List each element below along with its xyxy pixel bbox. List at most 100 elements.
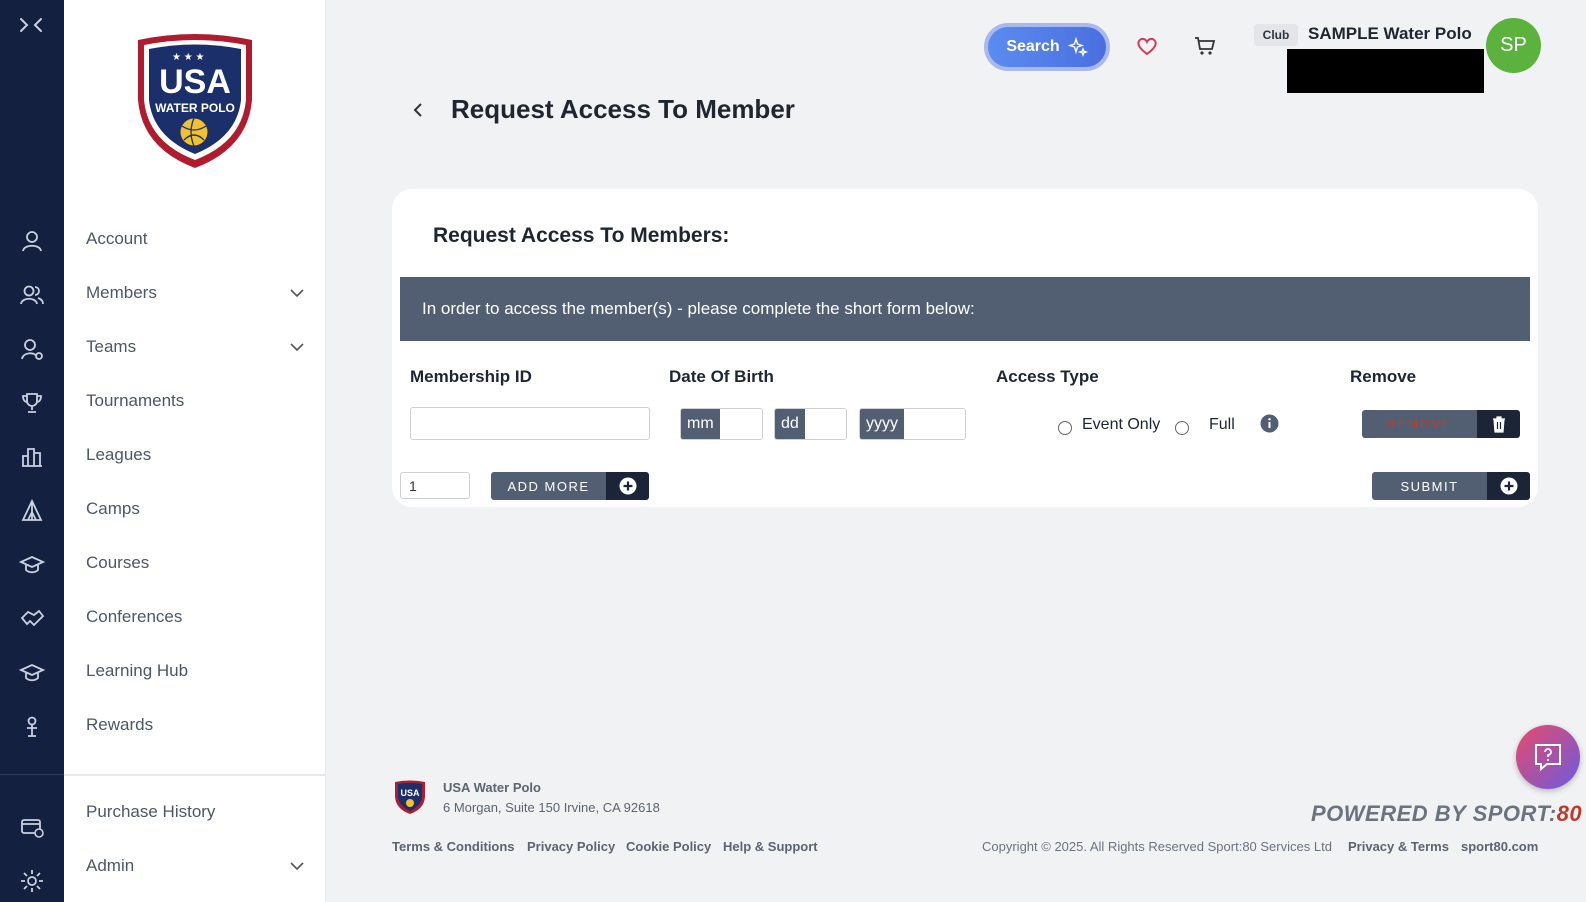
info-icon[interactable] xyxy=(1260,414,1279,433)
tent-icon[interactable] xyxy=(19,498,45,524)
info-banner: In order to access the member(s) - pleas… xyxy=(400,277,1530,341)
powered-by-sport80: POWERED BY SPORT:80 xyxy=(1311,801,1586,827)
add-more-button[interactable]: ADD MORE xyxy=(491,472,649,500)
add-count-input[interactable]: 1 xyxy=(400,472,470,499)
dob-year-field[interactable]: yyyy xyxy=(859,408,966,440)
footer-link-privacy[interactable]: Privacy Policy xyxy=(527,839,615,854)
sidebar-item-admin[interactable]: Admin xyxy=(86,851,306,881)
learning-hub-icon[interactable] xyxy=(18,660,46,686)
footer-link-terms[interactable]: Terms & Conditions xyxy=(392,839,515,854)
footer-link-cookie[interactable]: Cookie Policy xyxy=(626,839,711,854)
sidebar-item-label: Leagues xyxy=(86,445,152,464)
sidebar-item-members[interactable]: Members xyxy=(86,278,306,308)
search-button-label: Search xyxy=(1006,38,1060,55)
cart-icon[interactable] xyxy=(1193,34,1217,58)
sidebar-item-label: Tournaments xyxy=(86,391,185,410)
footer-logo-text: USA xyxy=(400,788,420,798)
rail-divider xyxy=(0,774,64,775)
graduation-cap-icon[interactable] xyxy=(18,552,46,578)
dob-day-field[interactable]: dd xyxy=(774,408,847,440)
sidebar-item-purchase-history[interactable]: Purchase History xyxy=(86,797,306,827)
chevron-down-icon xyxy=(290,289,304,298)
club-name[interactable]: SAMPLE Water Polo xyxy=(1308,24,1472,44)
team-icon[interactable] xyxy=(19,336,45,362)
dob-day-input[interactable] xyxy=(804,409,846,439)
request-access-card: Request Access To Members: In order to a… xyxy=(392,189,1538,507)
event-only-radio[interactable] xyxy=(1058,421,1072,435)
sparkle-icon xyxy=(1067,37,1088,57)
sidebar-item-label: Admin xyxy=(86,856,135,875)
dob-year-input[interactable] xyxy=(904,409,965,439)
chevron-down-icon xyxy=(290,862,304,871)
users-icon[interactable] xyxy=(19,282,45,308)
reward-icon[interactable] xyxy=(19,714,45,740)
dob-day-prefix: dd xyxy=(775,409,805,439)
avatar[interactable]: SP xyxy=(1486,18,1541,73)
full-radio[interactable] xyxy=(1175,421,1189,435)
icon-rail xyxy=(0,0,64,902)
footer-logo: USA xyxy=(395,780,425,814)
sidebar: ★ ★ ★ USA WATER POLO Account Members Tea… xyxy=(64,0,326,902)
card-history-icon[interactable] xyxy=(19,814,45,840)
sidebar-item-account[interactable]: Account xyxy=(86,224,306,254)
dob-month-prefix: mm xyxy=(681,409,720,439)
footer-link-help[interactable]: Help & Support xyxy=(723,839,818,854)
sidebar-item-leagues[interactable]: Leagues xyxy=(86,440,306,470)
sidebar-item-label: Account xyxy=(86,229,148,248)
sidebar-item-label: Rewards xyxy=(86,715,154,734)
sidebar-item-teams[interactable]: Teams xyxy=(86,332,306,362)
column-header-membership-id: Membership ID xyxy=(410,367,532,386)
search-button[interactable]: Search xyxy=(984,23,1110,71)
gear-icon[interactable] xyxy=(19,868,45,894)
bar-chart-icon[interactable] xyxy=(19,444,45,470)
sidebar-item-label: Members xyxy=(86,283,157,302)
help-chat-button[interactable] xyxy=(1516,725,1580,789)
sidebar-item-learning-hub[interactable]: Learning Hub xyxy=(86,656,306,686)
redacted-block xyxy=(1287,49,1484,93)
footer-org-name: USA Water Polo xyxy=(443,780,541,795)
footer-link-site[interactable]: sport80.com xyxy=(1461,839,1538,854)
trash-icon xyxy=(1477,410,1520,438)
heart-icon[interactable] xyxy=(1135,34,1159,58)
sidebar-item-label: Learning Hub xyxy=(86,661,189,680)
handshake-icon[interactable] xyxy=(19,606,45,632)
sidebar-item-camps[interactable]: Camps xyxy=(86,494,306,524)
sidebar-item-label: Purchase History xyxy=(86,802,216,821)
column-header-access-type: Access Type xyxy=(996,367,1099,386)
sidebar-item-courses[interactable]: Courses xyxy=(86,548,306,578)
svg-text:★ ★ ★: ★ ★ ★ xyxy=(172,52,204,63)
submit-button[interactable]: SUBMIT xyxy=(1372,472,1530,500)
column-header-remove: Remove xyxy=(1350,367,1417,386)
usa-water-polo-logo[interactable]: ★ ★ ★ USA WATER POLO xyxy=(130,30,260,170)
sidebar-item-label: Teams xyxy=(86,337,137,356)
page-title: Request Access To Member xyxy=(451,94,795,124)
collapse-toggle-icon[interactable] xyxy=(18,14,44,36)
sidebar-item-label: Camps xyxy=(86,499,140,518)
card-title: Request Access To Members: xyxy=(433,224,730,247)
dob-month-field[interactable]: mm xyxy=(680,408,763,440)
sidebar-item-rewards[interactable]: Rewards xyxy=(86,710,306,740)
sidebar-item-tournaments[interactable]: Tournaments xyxy=(86,386,306,416)
column-header-dob: Date Of Birth xyxy=(669,367,774,386)
add-more-label: ADD MORE xyxy=(491,472,606,500)
submit-label: SUBMIT xyxy=(1372,472,1487,500)
user-icon[interactable] xyxy=(19,228,45,254)
remove-button[interactable]: REMOVE xyxy=(1362,410,1520,438)
back-arrow-icon[interactable] xyxy=(409,100,427,120)
sidebar-item-conferences[interactable]: Conferences xyxy=(86,602,306,632)
trophy-icon[interactable] xyxy=(19,390,45,416)
full-label[interactable]: Full xyxy=(1209,416,1235,434)
help-chat-icon xyxy=(1535,744,1561,772)
remove-button-label: REMOVE xyxy=(1362,410,1477,438)
event-only-label[interactable]: Event Only xyxy=(1082,416,1160,434)
chevron-down-icon xyxy=(290,343,304,352)
dob-month-input[interactable] xyxy=(719,409,762,439)
powered-by-text: POWERED BY SPORT: xyxy=(1311,801,1557,826)
sidebar-item-label: Courses xyxy=(86,553,150,572)
copyright-text: Copyright © 2025. All Rights Reserved Sp… xyxy=(982,839,1332,854)
membership-id-input[interactable] xyxy=(410,407,650,440)
sidebar-divider xyxy=(64,774,326,776)
footer-address: 6 Morgan, Suite 150 Irvine, CA 92618 xyxy=(443,800,660,815)
footer-link-privacy-terms[interactable]: Privacy & Terms xyxy=(1348,839,1449,854)
club-badge: Club xyxy=(1254,24,1298,46)
